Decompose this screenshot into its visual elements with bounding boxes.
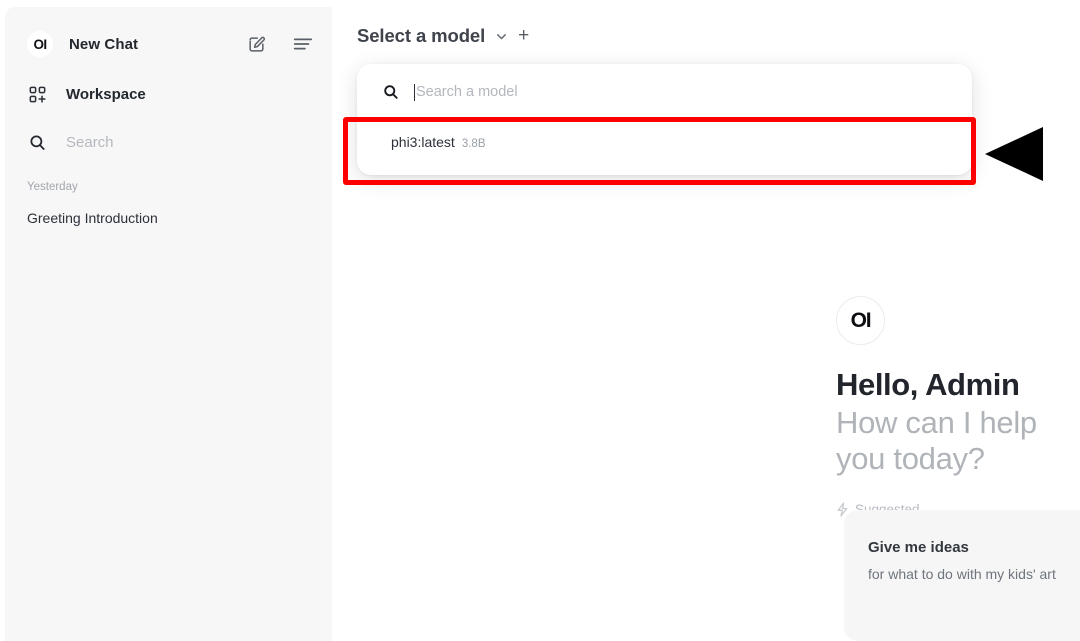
sidebar-item-workspace-label: Workspace	[66, 85, 146, 103]
list-item[interactable]: Greeting Introduction	[27, 207, 310, 229]
model-selector-header[interactable]: Select a model +	[357, 25, 529, 47]
suggestion-cards: Give me ideas for what to do with my kid…	[844, 510, 1080, 641]
edit-square-icon[interactable]	[247, 35, 266, 54]
model-search-input-wrap	[414, 83, 946, 101]
search-icon	[383, 84, 399, 100]
sidebar-item-workspace[interactable]: Workspace	[5, 77, 332, 111]
model-name: phi3:latest	[391, 134, 455, 150]
model-search-row[interactable]	[357, 64, 972, 120]
suggestion-title: Give me ideas	[868, 539, 969, 556]
page-subtitle: How can I help you today?	[836, 405, 1037, 476]
chat-list: Greeting Introduction	[5, 207, 332, 229]
sidebar-header: OI New Chat	[5, 27, 332, 61]
suggestion-card[interactable]: Give me ideas for what to do with my kid…	[844, 510, 1080, 641]
suggestion-subtitle: for what to do with my kids' art	[868, 566, 1056, 582]
sidebar-search-input[interactable]	[66, 133, 266, 151]
sidebar-lines-icon[interactable]	[292, 35, 314, 53]
new-chat-label[interactable]: New Chat	[69, 36, 138, 53]
sidebar-search-row[interactable]	[5, 125, 332, 159]
grid-plus-icon	[27, 86, 47, 103]
main-content: Select a model + phi3:latest 3	[332, 0, 1080, 641]
model-list: phi3:latest 3.8B	[357, 120, 972, 175]
chevron-down-icon[interactable]	[495, 30, 508, 43]
model-search-input[interactable]	[415, 84, 946, 100]
sidebar: OI New Chat Workspace Search Yesterday G…	[5, 7, 332, 641]
model-size-badge: 3.8B	[461, 138, 486, 150]
model-selector-label: Select a model	[357, 25, 486, 46]
model-dropdown-panel: phi3:latest 3.8B	[357, 64, 972, 175]
app-logo: OI	[27, 31, 53, 57]
avatar: OI	[836, 296, 885, 345]
sidebar-header-actions	[247, 35, 314, 54]
page-title: Hello, Admin	[836, 367, 1020, 402]
plus-icon[interactable]: +	[518, 26, 529, 45]
chat-group-label: Yesterday	[27, 181, 78, 193]
search-icon	[27, 134, 47, 151]
list-item[interactable]: phi3:latest 3.8B	[365, 125, 964, 159]
hero-block: OI Hello, Admin How can I help you today…	[836, 296, 1080, 517]
